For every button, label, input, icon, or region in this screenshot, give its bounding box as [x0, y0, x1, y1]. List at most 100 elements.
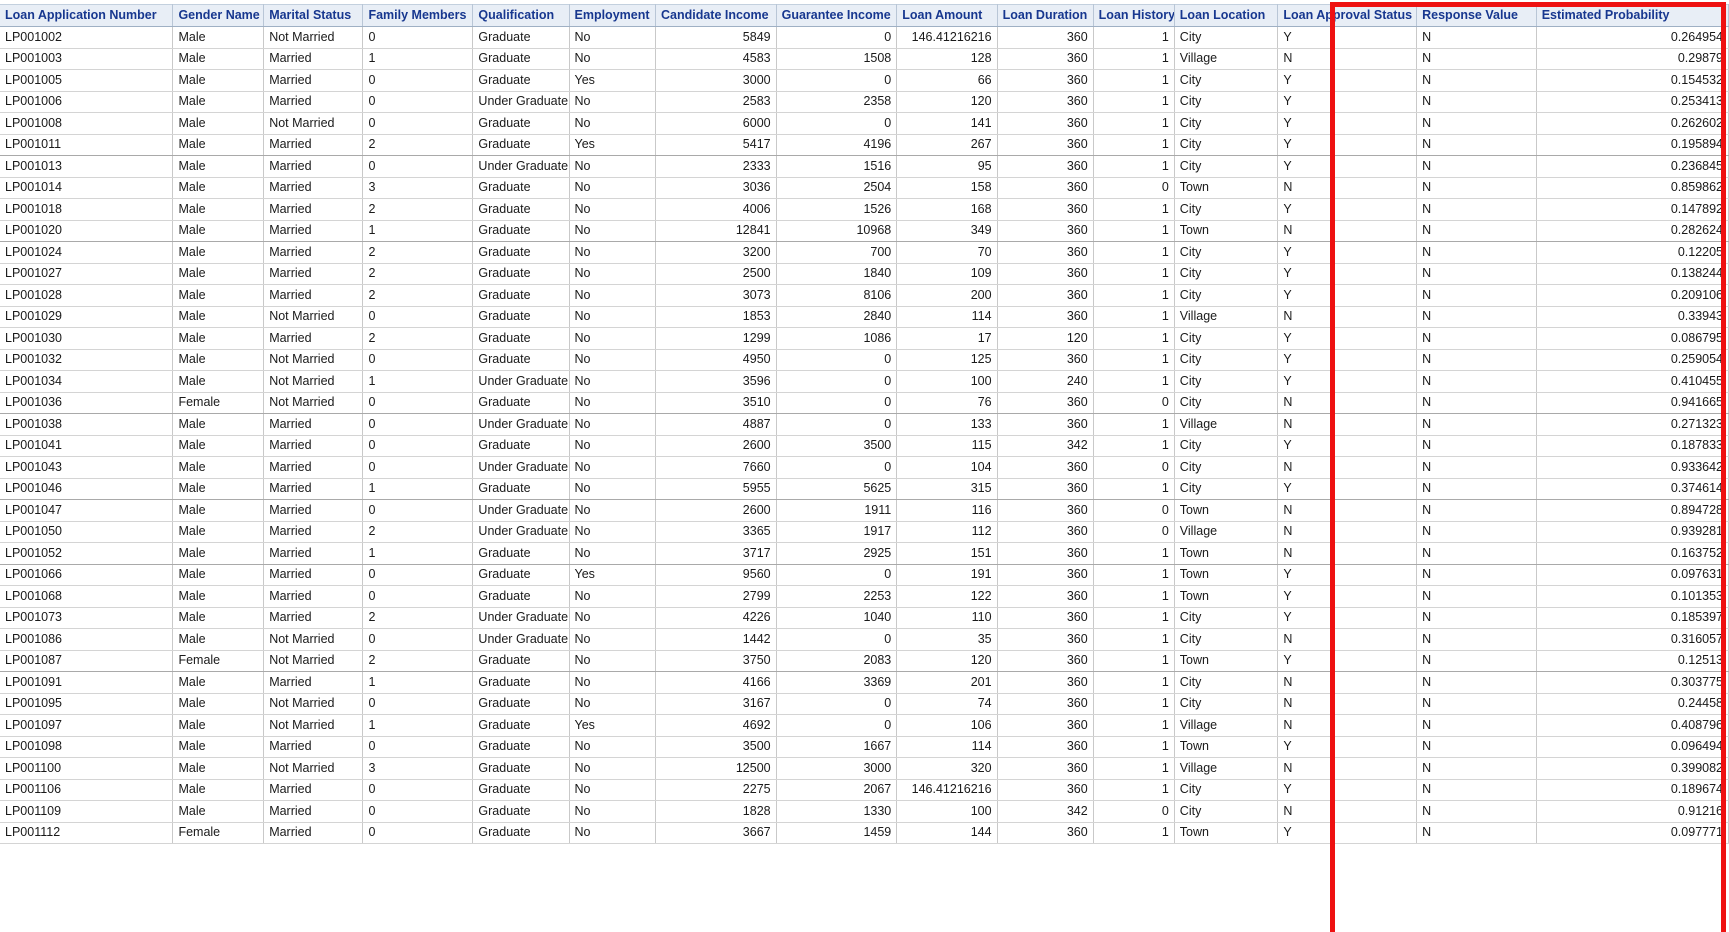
cell-marital_status: Married [263, 327, 364, 350]
table-row[interactable]: LP001018 Male Married 2 Graduate No 4006 1526 16… [0, 198, 1729, 221]
cell-guarantee_income: 3369 [776, 671, 898, 694]
cell-gender_name: Male [172, 306, 265, 328]
cell-gender_name: Male [172, 607, 265, 629]
cell-loan_duration: 360 [997, 779, 1094, 801]
cell-candidate_income: 3667 [655, 822, 777, 844]
table-row[interactable]: LP001052 Male Married 1 Graduate No 3717 2925 15… [0, 542, 1729, 565]
table-row[interactable]: LP001086 Male Not Married 0 Under Graduate No… [0, 628, 1729, 651]
cell-loan_application_number: LP001003 [0, 48, 174, 70]
cell-gender_name: Male [172, 693, 265, 715]
table-row[interactable]: LP001068 Male Married 0 Graduate No 2799 2253 12… [0, 585, 1729, 608]
table-row[interactable]: LP001027 Male Married 2 Graduate No 2500 1840 10… [0, 263, 1729, 285]
table-row[interactable]: LP001003 Male Married 1 Graduate No 4583 1508 12… [0, 48, 1729, 70]
cell-estimated_probability: 0.096494 [1536, 736, 1729, 758]
table-row[interactable]: LP001038 Male Married 0 Under Graduate No 4887… [0, 413, 1729, 436]
cell-loan_application_number: LP001013 [0, 155, 174, 178]
table-row[interactable]: LP001036 Female Not Married 0 Graduate No 3510… [0, 392, 1729, 414]
cell-loan_history: 1 [1093, 263, 1175, 285]
table-row[interactable]: LP001008 Male Not Married 0 Graduate No 6000 0 1… [0, 112, 1729, 135]
cell-employment: No [569, 585, 656, 608]
cell-estimated_probability: 0.408796 [1536, 714, 1729, 737]
table-row[interactable]: LP001020 Male Married 1 Graduate No 12841 10968… [0, 220, 1729, 242]
table-row[interactable]: LP001002 Male Not Married 0 Graduate No 5849 0 1… [0, 26, 1729, 49]
table-row[interactable]: LP001013 Male Married 0 Under Graduate No 2333… [0, 155, 1729, 178]
cell-loan_application_number: LP001011 [0, 134, 174, 156]
table-row[interactable]: LP001050 Male Married 2 Under Graduate No 3365… [0, 521, 1729, 543]
table-row[interactable]: LP001014 Male Married 3 Graduate No 3036 2504 15… [0, 177, 1729, 199]
cell-family_members: 2 [362, 327, 474, 350]
table-row[interactable]: LP001091 Male Married 1 Graduate No 4166 3369 20… [0, 671, 1729, 694]
column-header-marital_status[interactable]: Marital Status [263, 4, 364, 27]
column-header-loan_application_number[interactable]: Loan Application Number [0, 4, 174, 27]
cell-loan_history: 1 [1093, 607, 1175, 629]
table-row[interactable]: LP001106 Male Married 0 Graduate No 2275 2067 14… [0, 779, 1729, 801]
table-row[interactable]: LP001046 Male Married 1 Graduate No 5955 5625 31… [0, 478, 1729, 500]
cell-qualification: Graduate [472, 800, 570, 823]
column-header-loan_duration[interactable]: Loan Duration [997, 4, 1094, 27]
table-row[interactable]: LP001024 Male Married 2 Graduate No 3200 700 70 3… [0, 241, 1729, 264]
table-row[interactable]: LP001034 Male Not Married 1 Under Graduate No… [0, 370, 1729, 393]
column-header-qualification[interactable]: Qualification [472, 4, 570, 27]
column-header-estimated_probability[interactable]: Estimated Probability [1536, 4, 1729, 27]
cell-loan_approval_status: Y [1277, 736, 1418, 758]
cell-gender_name: Male [172, 456, 265, 479]
cell-guarantee_income: 1040 [776, 607, 898, 629]
table-row[interactable]: LP001005 Male Married 0 Graduate Yes 3000 0 66 36… [0, 69, 1729, 92]
table-row[interactable]: LP001098 Male Married 0 Graduate No 3500 1667 11… [0, 736, 1729, 758]
table-row[interactable]: LP001066 Male Married 0 Graduate Yes 9560 0 191 3… [0, 564, 1729, 586]
table-row[interactable]: LP001087 Female Not Married 2 Graduate No 3750… [0, 650, 1729, 672]
column-header-employment[interactable]: Employment [569, 4, 656, 27]
column-header-family_members[interactable]: Family Members [362, 4, 474, 27]
cell-response_value: N [1416, 177, 1537, 199]
table-row[interactable]: LP001043 Male Married 0 Under Graduate No 7660… [0, 456, 1729, 479]
table-row[interactable]: LP001112 Female Married 0 Graduate No 3667 1459… [0, 822, 1729, 844]
cell-estimated_probability: 0.316057 [1536, 628, 1729, 651]
cell-loan_amount: 144 [896, 822, 998, 844]
cell-loan_approval_status: Y [1277, 198, 1418, 221]
table-row[interactable]: LP001095 Male Not Married 0 Graduate No 3167 0 7… [0, 693, 1729, 715]
cell-qualification: Graduate [472, 779, 570, 801]
table-row[interactable]: LP001073 Male Married 2 Under Graduate No 4226… [0, 607, 1729, 629]
cell-response_value: N [1416, 585, 1537, 608]
cell-loan_location: Town [1174, 220, 1279, 242]
cell-qualification: Graduate [472, 112, 570, 135]
column-header-candidate_income[interactable]: Candidate Income [655, 4, 777, 27]
loan-predictions-table: Loan Application Number Gender Name Marita… [0, 4, 1729, 844]
cell-candidate_income: 3365 [655, 521, 777, 543]
cell-family_members: 0 [362, 822, 474, 844]
column-header-gender_name[interactable]: Gender Name [172, 4, 265, 27]
cell-marital_status: Married [263, 585, 364, 608]
table-row[interactable]: LP001028 Male Married 2 Graduate No 3073 8106 20… [0, 284, 1729, 307]
cell-response_value: N [1416, 69, 1537, 92]
table-row[interactable]: LP001032 Male Not Married 0 Graduate No 4950 0 1… [0, 349, 1729, 371]
column-header-guarantee_income[interactable]: Guarantee Income [776, 4, 898, 27]
table-row[interactable]: LP001011 Male Married 2 Graduate Yes 5417 4196 2… [0, 134, 1729, 156]
cell-candidate_income: 4006 [655, 198, 777, 221]
cell-loan_history: 1 [1093, 671, 1175, 694]
table-row[interactable]: LP001100 Male Not Married 3 Graduate No 12500 3… [0, 757, 1729, 780]
table-row[interactable]: LP001109 Male Married 0 Graduate No 1828 1330 10… [0, 800, 1729, 823]
table-row[interactable]: LP001006 Male Married 0 Under Graduate No 2583… [0, 91, 1729, 113]
cell-marital_status: Married [263, 542, 364, 565]
column-header-loan_amount[interactable]: Loan Amount [896, 4, 998, 27]
cell-loan_history: 0 [1093, 800, 1175, 823]
table-row[interactable]: LP001030 Male Married 2 Graduate No 1299 1086 17… [0, 327, 1729, 350]
cell-loan_history: 0 [1093, 499, 1175, 522]
table-row[interactable]: LP001097 Male Not Married 1 Graduate Yes 4692 0… [0, 714, 1729, 737]
cell-loan_location: Village [1174, 413, 1279, 436]
cell-loan_duration: 360 [997, 714, 1094, 737]
cell-gender_name: Male [172, 241, 265, 264]
cell-loan_duration: 360 [997, 241, 1094, 264]
column-header-loan_history[interactable]: Loan History [1093, 4, 1175, 27]
column-header-response_value[interactable]: Response Value [1416, 4, 1537, 27]
column-header-loan_approval_status[interactable]: Loan Approval Status [1277, 4, 1418, 27]
cell-estimated_probability: 0.12513 [1536, 650, 1729, 672]
table-row[interactable]: LP001047 Male Married 0 Under Graduate No 2600… [0, 499, 1729, 522]
cell-loan_approval_status: Y [1277, 607, 1418, 629]
table-row[interactable]: LP001029 Male Not Married 0 Graduate No 1853 28… [0, 306, 1729, 328]
table-row[interactable]: LP001041 Male Married 0 Graduate No 2600 3500 11… [0, 435, 1729, 457]
column-header-loan_location[interactable]: Loan Location [1174, 4, 1279, 27]
cell-family_members: 3 [362, 177, 474, 199]
cell-guarantee_income: 2358 [776, 91, 898, 113]
cell-loan_amount: 116 [896, 499, 998, 522]
